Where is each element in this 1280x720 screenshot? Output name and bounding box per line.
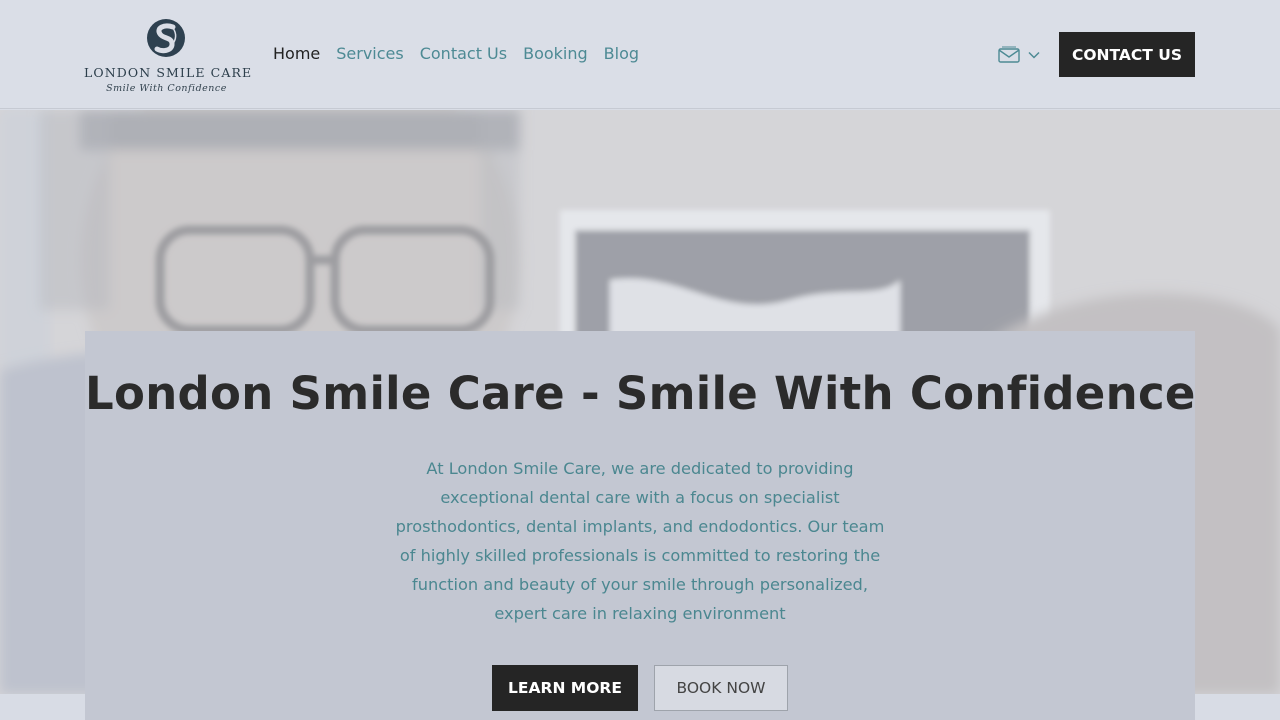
brand-name: LONDON SMILE CARE (84, 65, 253, 80)
nav-services[interactable]: Services (336, 44, 403, 64)
hero-buttons: LEARN MORE BOOK NOW (492, 665, 788, 711)
brand-tagline: Smile With Confidence (106, 83, 227, 94)
s-monogram-logo-icon (147, 19, 185, 57)
nav-blog[interactable]: Blog (604, 44, 639, 64)
hero-content-card: London Smile Care - Smile With Confidenc… (85, 331, 1195, 720)
site-header: LONDON SMILE CARE Smile With Confidence … (0, 0, 1280, 109)
mail-dropdown[interactable] (998, 44, 1042, 66)
hero-title: London Smile Care - Smile With Confidenc… (85, 367, 1196, 420)
brand-logo[interactable]: LONDON SMILE CARE Smile With Confidence (84, 16, 253, 100)
learn-more-button[interactable]: LEARN MORE (492, 665, 638, 711)
hero-description: At London Smile Care, we are dedicated t… (395, 459, 885, 623)
contact-us-button[interactable]: CONTACT US (1059, 32, 1195, 77)
nav-booking[interactable]: Booking (523, 44, 588, 64)
nav-contact-us[interactable]: Contact Us (420, 44, 507, 64)
nav-home[interactable]: Home (273, 44, 320, 64)
main-nav: Home Services Contact Us Booking Blog (273, 44, 639, 64)
book-now-button[interactable]: BOOK NOW (654, 665, 788, 711)
chevron-down-icon (1028, 51, 1040, 59)
mail-icon (998, 46, 1020, 63)
